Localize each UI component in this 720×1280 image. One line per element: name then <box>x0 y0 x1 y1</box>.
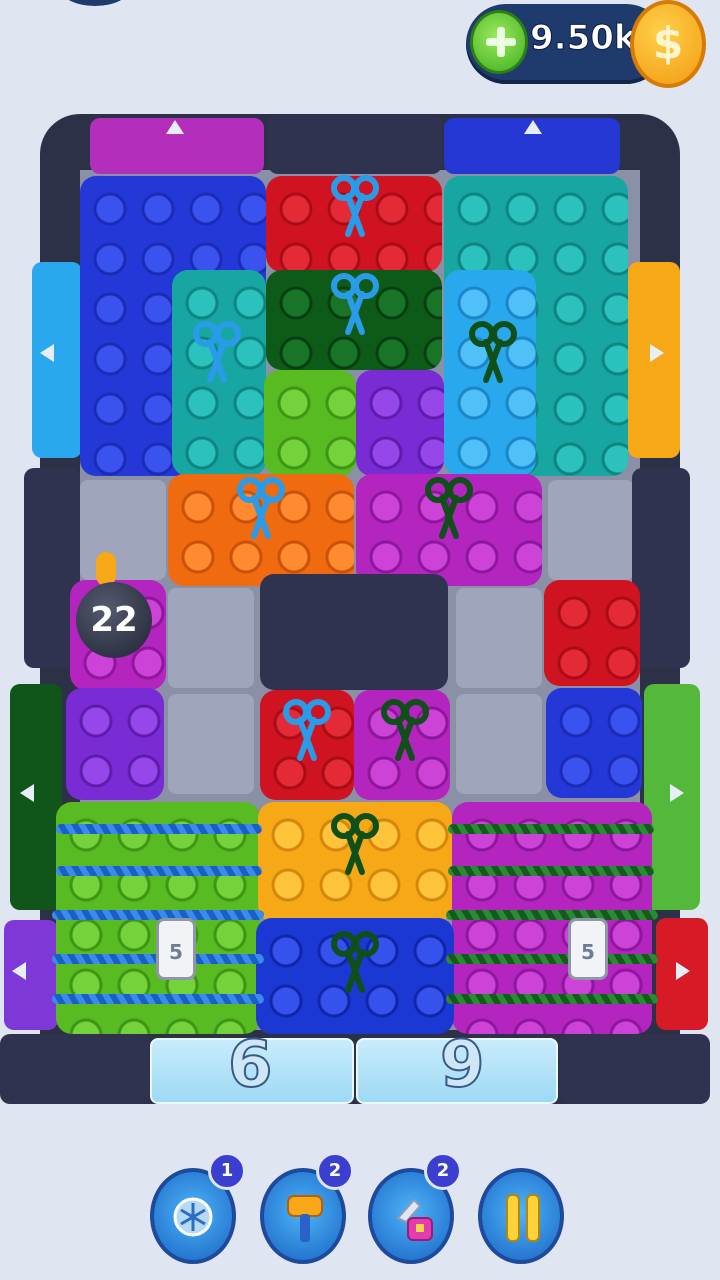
rope <box>56 866 262 876</box>
grid-cell <box>548 480 634 580</box>
rope <box>56 824 262 834</box>
top-left-hud-partial <box>60 0 130 6</box>
grid-cell <box>168 694 254 794</box>
arrow-left-icon <box>40 344 54 362</box>
block-purple-small[interactable] <box>66 688 164 800</box>
grid-cell <box>456 588 542 688</box>
coin-icon: $ <box>630 0 706 88</box>
arrow-up-icon <box>166 120 184 134</box>
wall-segment <box>560 1034 710 1104</box>
pause-icon <box>506 1194 520 1242</box>
wall-obstacle <box>260 574 448 690</box>
arrow-right-icon <box>676 962 690 980</box>
magnet-icon <box>396 1198 433 1241</box>
rope <box>446 954 658 964</box>
rope <box>448 824 654 834</box>
coin-amount: 9.50k <box>530 18 637 59</box>
scissors-icon <box>331 175 379 237</box>
snowflake-icon <box>173 1197 213 1237</box>
exit-gate-darkgreen <box>10 684 62 910</box>
scissors-icon <box>425 477 473 539</box>
rope <box>52 994 264 1004</box>
scissors-icon <box>331 931 379 993</box>
grid-cell <box>168 588 254 688</box>
grid-cell <box>80 480 166 580</box>
scissors-icon <box>237 477 285 539</box>
booster-count-badge: 1 <box>208 1152 246 1190</box>
ice-counter: 9 <box>439 1027 486 1103</box>
block-red-small[interactable] <box>544 580 640 686</box>
scissors-icon <box>331 273 379 335</box>
rope <box>448 866 654 876</box>
hammer-icon <box>287 1195 323 1242</box>
pause-button[interactable] <box>478 1168 564 1264</box>
arrow-right-icon <box>670 784 684 802</box>
scissors-icon <box>331 813 379 875</box>
scissors-icon <box>283 699 331 761</box>
rope <box>52 910 264 920</box>
wall-segment <box>632 468 690 668</box>
bomb-timer: 22 <box>76 582 152 658</box>
scissors-icon <box>469 321 517 383</box>
fuse-icon <box>96 552 116 586</box>
rope <box>446 994 658 1004</box>
wall-segment <box>268 114 442 174</box>
rope-lock-tag: 5 <box>156 918 196 980</box>
rope <box>446 910 658 920</box>
scissors-icon <box>193 321 241 383</box>
booster-count-badge: 2 <box>316 1152 354 1190</box>
wall-segment <box>0 1034 150 1104</box>
arrow-left-icon <box>20 784 34 802</box>
grid-cell <box>456 694 542 794</box>
block-blue-small[interactable] <box>546 688 642 798</box>
scissors-icon <box>381 699 429 761</box>
arrow-left-icon <box>12 962 26 980</box>
block-purple[interactable] <box>356 370 444 476</box>
pause-icon <box>526 1194 540 1242</box>
block-lightgreen[interactable] <box>264 370 356 476</box>
ice-counter: 6 <box>227 1027 274 1103</box>
rope-lock-tag: 5 <box>568 918 608 980</box>
arrow-up-icon <box>524 120 542 134</box>
arrow-right-icon <box>650 344 664 362</box>
add-coins-button[interactable] <box>470 10 528 74</box>
booster-count-badge: 2 <box>424 1152 462 1190</box>
